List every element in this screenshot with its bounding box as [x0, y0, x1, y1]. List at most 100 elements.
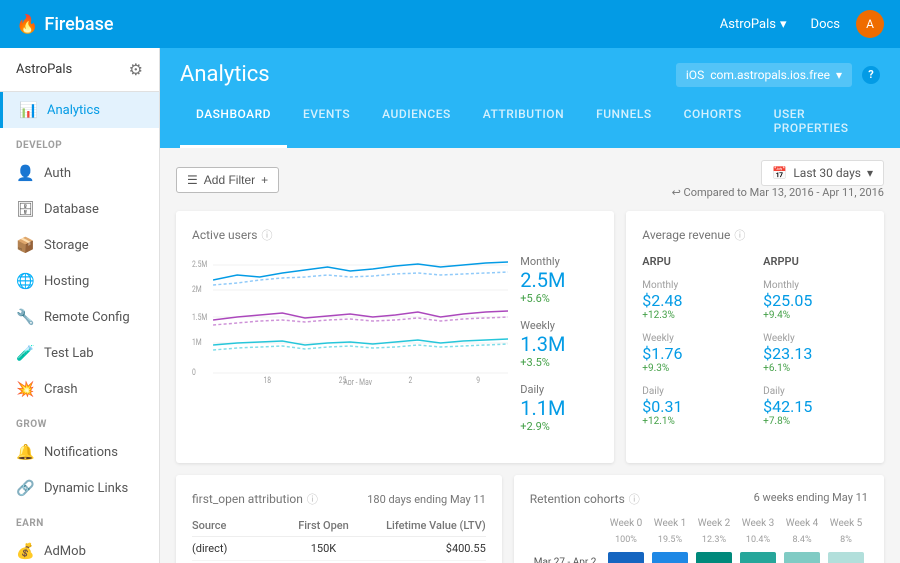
analytics-title: Analytics — [180, 62, 270, 87]
arppu-header: ARPPU — [763, 255, 868, 268]
test-lab-icon: 🧪 — [16, 344, 34, 362]
sidebar-item-crash[interactable]: 💥 Crash — [0, 371, 159, 407]
sidebar-item-database[interactable]: 🗄 Database — [0, 191, 159, 227]
svg-text:0: 0 — [192, 367, 196, 377]
table-header-row: Source First Open Lifetime Value (LTV) — [192, 515, 486, 537]
sidebar-item-dynamic-links[interactable]: 🔗 Dynamic Links — [0, 470, 159, 506]
arppu-daily: $42.15 — [763, 397, 868, 416]
sidebar-item-analytics[interactable]: 📊 Analytics — [0, 92, 159, 128]
add-plus-icon: + — [261, 173, 268, 187]
active-users-title: Active users ⓘ — [192, 227, 598, 243]
remote-config-icon: 🔧 — [16, 308, 34, 326]
comparison-arrow: ↩ — [672, 186, 681, 199]
storage-icon: 📦 — [16, 236, 34, 254]
arpu-weekly: $1.76 — [642, 344, 747, 363]
active-users-info-icon[interactable]: ⓘ — [261, 227, 272, 243]
tab-funnels[interactable]: FUNNELS — [580, 97, 668, 148]
sidebar-item-notifications[interactable]: 🔔 Notifications — [0, 434, 159, 470]
ret-col-w0: Week 0 — [604, 515, 648, 532]
attribution-info-icon[interactable]: ⓘ — [307, 491, 318, 507]
tab-dashboard[interactable]: DASHBOARD — [180, 97, 287, 148]
arpu-monthly: $2.48 — [642, 291, 747, 310]
auth-icon: 👤 — [16, 164, 34, 182]
project-selector[interactable]: AstroPals ▾ — [712, 13, 795, 36]
col-ltv: Lifetime Value (LTV) — [356, 515, 485, 537]
svg-text:9: 9 — [476, 375, 480, 385]
retention-header-row: Week 0 Week 1 Week 2 Week 3 Week 4 Week … — [530, 515, 868, 532]
storage-label: Storage — [44, 238, 89, 253]
active-users-inner: 2.5M 2M 1.5M 1M 0 — [192, 255, 598, 447]
active-users-chart: 2.5M 2M 1.5M 1M 0 — [192, 255, 508, 447]
add-filter-button[interactable]: ☰ Add Filter + — [176, 167, 279, 193]
sidebar-item-test-lab[interactable]: 🧪 Test Lab — [0, 335, 159, 371]
date-dropdown-icon: ▾ — [867, 166, 873, 180]
user-avatar[interactable]: A — [856, 10, 884, 38]
svg-text:2M: 2M — [192, 284, 202, 294]
sidebar-item-storage[interactable]: 📦 Storage — [0, 227, 159, 263]
ret-col-label — [530, 515, 604, 532]
au-stat-daily: Daily 1.1M +2.9% — [520, 383, 598, 433]
brand-name: Firebase — [44, 14, 113, 35]
tab-audiences[interactable]: AUDIENCES — [366, 97, 467, 148]
sidebar-item-admob[interactable]: 💰 AdMob — [0, 533, 159, 563]
hosting-icon: 🌐 — [16, 272, 34, 290]
analytics-header: Analytics iOS com.astropals.ios.free ▾ ?… — [160, 48, 900, 148]
crash-icon: 💥 — [16, 380, 34, 398]
sidebar-item-remote-config[interactable]: 🔧 Remote Config — [0, 299, 159, 335]
arpu-daily: $0.31 — [642, 397, 747, 416]
ret-col-w3: Week 3 — [736, 515, 780, 532]
svg-text:2: 2 — [408, 375, 412, 385]
arppu-weekly-change: +6.1% — [763, 363, 868, 374]
arppu-monthly-change: +9.4% — [763, 310, 868, 321]
sidebar-header: AstroPals ⚙ — [0, 48, 159, 92]
sidebar-gear-icon[interactable]: ⚙ — [129, 60, 143, 79]
hosting-label: Hosting — [44, 274, 89, 289]
grow-section-label: GROW — [0, 407, 159, 434]
date-comparison: ↩ Compared to Mar 13, 2016 - Apr 11, 201… — [672, 186, 884, 199]
admob-label: AdMob — [44, 544, 86, 559]
dashboard-content: ☰ Add Filter + 📅 Last 30 days ▾ ↩ Compar… — [160, 148, 900, 563]
attribution-header: first_open attribution ⓘ 180 days ending… — [192, 491, 486, 507]
tab-user-properties[interactable]: USER PROPERTIES — [758, 97, 880, 148]
arppu-weekly: $23.13 — [763, 344, 868, 363]
ret-col-w5: Week 5 — [824, 515, 868, 532]
tab-cohorts[interactable]: COHORTS — [668, 97, 758, 148]
attribution-period: 180 days ending May 11 — [367, 493, 486, 506]
svg-text:18: 18 — [263, 375, 271, 385]
test-lab-label: Test Lab — [44, 346, 94, 361]
platform-selector[interactable]: iOS com.astropals.ios.free ▾ — [676, 63, 852, 87]
tab-events[interactable]: EVENTS — [287, 97, 366, 148]
svg-text:1.5M: 1.5M — [192, 312, 207, 322]
list-item: Mar 27 - Apr 2 — [530, 548, 868, 563]
ret-col-w1: Week 1 — [648, 515, 692, 532]
sidebar-item-hosting[interactable]: 🌐 Hosting — [0, 263, 159, 299]
avg-revenue-info-icon[interactable]: ⓘ — [734, 227, 745, 243]
retention-header: Retention cohorts ⓘ 6 weeks ending May 1… — [530, 491, 868, 507]
docs-link[interactable]: Docs — [811, 17, 840, 32]
project-name: AstroPals — [720, 17, 776, 32]
arpu-daily-change: +12.1% — [642, 416, 747, 427]
retention-info-icon[interactable]: ⓘ — [629, 491, 640, 507]
au-stat-monthly: Monthly 2.5M +5.6% — [520, 255, 598, 305]
arppu-monthly: $25.05 — [763, 291, 868, 310]
svg-text:2.5M: 2.5M — [192, 259, 207, 269]
sidebar-analytics-label: Analytics — [47, 103, 100, 118]
cards-row-1: Active users ⓘ 2.5M 2M 1.5M 1M 0 — [176, 211, 884, 463]
tab-attribution[interactable]: ATTRIBUTION — [467, 97, 580, 148]
help-icon[interactable]: ? — [862, 66, 880, 84]
analytics-tabs: DASHBOARD EVENTS AUDIENCES ATTRIBUTION F… — [180, 97, 880, 148]
earn-section-label: EARN — [0, 506, 159, 533]
table-row: (direct)150K$400.55 — [192, 537, 486, 561]
date-range-selector[interactable]: 📅 Last 30 days ▾ — [761, 160, 884, 186]
notifications-icon: 🔔 — [16, 443, 34, 461]
retention-pct-row: 100% 19.5% 12.3% 10.4% 8.4% 8% — [530, 532, 868, 548]
arpu-monthly-change: +12.3% — [642, 310, 747, 321]
au-stat-weekly: Weekly 1.3M +3.5% — [520, 319, 598, 369]
filter-bar: ☰ Add Filter + 📅 Last 30 days ▾ ↩ Compar… — [176, 160, 884, 199]
remote-config-label: Remote Config — [44, 310, 130, 325]
avg-revenue-card: Average revenue ⓘ ARPU ARPPU Monthly $2.… — [626, 211, 884, 463]
ret-col-w4: Week 4 — [780, 515, 824, 532]
database-label: Database — [44, 202, 99, 217]
sidebar-item-auth[interactable]: 👤 Auth — [0, 155, 159, 191]
analytics-icon: 📊 — [19, 101, 37, 119]
